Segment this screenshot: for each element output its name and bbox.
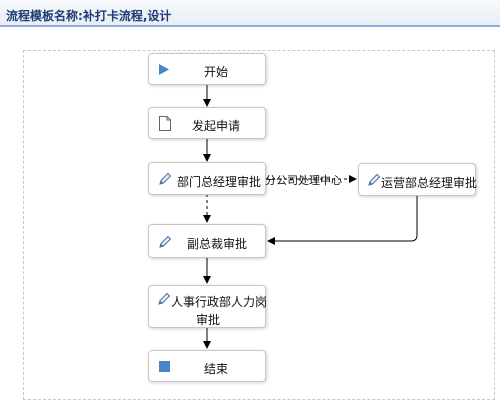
node-ops-manager[interactable]: 运营部总经理审批 [358,163,478,196]
node-hr-approval[interactable]: 人事行政部人力岗 审批 [148,285,268,328]
node-vice-president-label: 副总裁审批 [187,237,248,251]
edge-label-branch: 分公司处理中心 [265,174,342,187]
node-dept-manager-label: 部门总经理审批 [177,175,262,189]
node-initiate-label: 发起申请 [192,119,241,133]
play-icon [159,64,169,75]
stop-icon [159,361,170,372]
node-initiate[interactable]: 发起申请 [148,107,266,139]
document-icon [159,116,171,131]
edge-ops-to-vp [267,196,418,245]
pencil-icon [158,292,171,305]
node-hr-approval-label-line1: 人事行政部人力岗 [171,295,268,309]
node-ops-manager-label: 运营部总经理审批 [381,176,478,190]
node-start-label: 开始 [204,65,229,79]
node-end[interactable]: 结束 [148,350,266,382]
node-dept-manager[interactable]: 部门总经理审批 [148,162,266,195]
pencil-icon [159,235,172,248]
node-hr-approval-label-line2: 审批 [196,313,221,327]
node-vice-president[interactable]: 副总裁审批 [148,224,266,258]
node-start[interactable]: 开始 [148,53,266,85]
pencil-icon [368,173,381,186]
pencil-icon [159,172,172,185]
node-end-label: 结束 [204,362,229,376]
